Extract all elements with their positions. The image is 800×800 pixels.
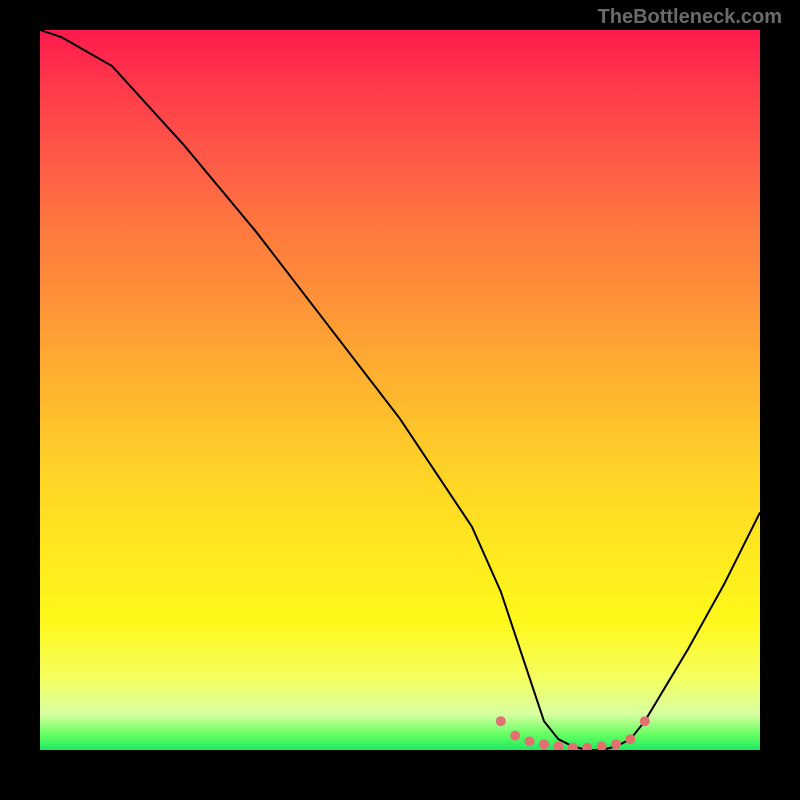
chart-plot-area [40, 30, 760, 750]
optimum-dot [611, 739, 621, 749]
optimum-dot [625, 734, 635, 744]
optimum-dot [539, 739, 549, 749]
optimum-dot [582, 743, 592, 750]
watermark-text: TheBottleneck.com [598, 6, 782, 29]
optimum-dot [640, 716, 650, 726]
optimum-dot [525, 736, 535, 746]
optimum-dot [597, 741, 607, 750]
optimum-dot [510, 731, 520, 741]
curve-line [40, 30, 760, 750]
optimum-dot [553, 741, 563, 750]
chart-svg [40, 30, 760, 750]
optimum-dot [496, 716, 506, 726]
optimum-markers [496, 716, 650, 750]
